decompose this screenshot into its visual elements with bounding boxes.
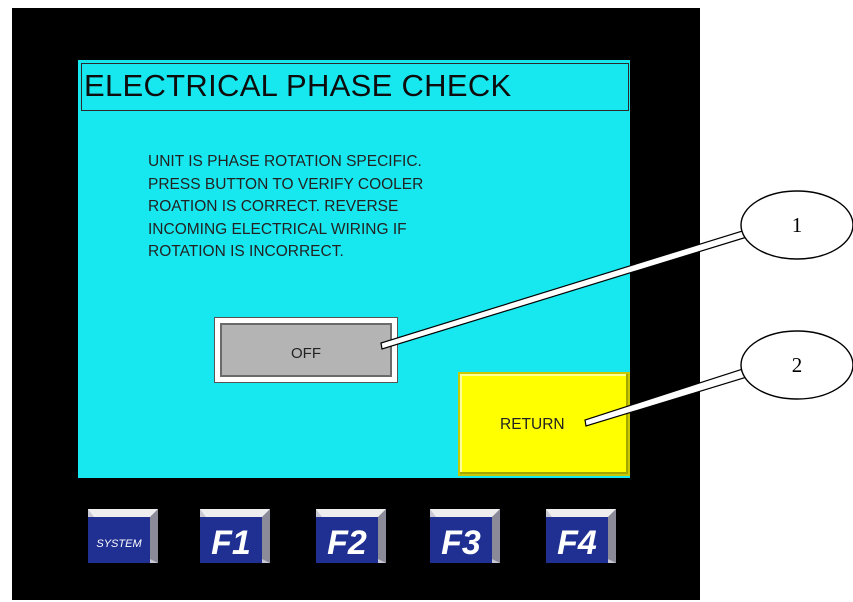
callout-2-leader xyxy=(584,365,762,427)
callout-1-leader xyxy=(380,227,762,350)
callout-1-number: 1 xyxy=(792,213,803,237)
callout-2-number: 2 xyxy=(792,353,803,377)
callout-layer: 1 2 xyxy=(380,190,853,427)
